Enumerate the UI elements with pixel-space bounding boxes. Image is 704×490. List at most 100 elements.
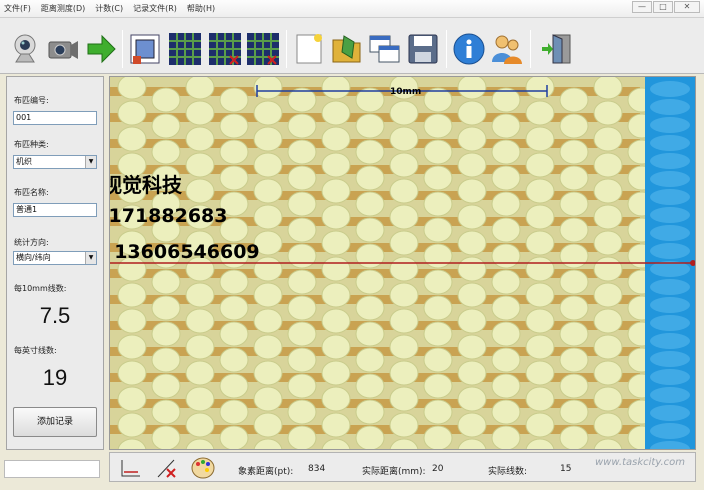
crop-icon[interactable] — [128, 32, 162, 66]
yarn-loop — [389, 334, 419, 360]
arrow-right-icon[interactable] — [84, 32, 118, 66]
yarn-loop — [491, 165, 521, 191]
yarn-loop — [185, 308, 215, 334]
yarn-loop — [423, 243, 453, 269]
yarn-loop — [457, 178, 487, 204]
palette-icon[interactable] — [190, 456, 216, 480]
yarn-loop — [185, 178, 215, 204]
direction-select[interactable]: 横向/纬向 ▼ — [13, 251, 97, 265]
yarn-loop — [355, 321, 385, 347]
yarn-loop — [151, 347, 181, 373]
yarn-loop — [457, 77, 487, 100]
toolbar-separator — [530, 30, 531, 68]
yarn-loop — [525, 230, 555, 256]
yarn-loop — [287, 243, 317, 269]
yarn-loop — [185, 282, 215, 308]
clear-line-icon[interactable] — [154, 456, 180, 480]
exit-door-icon[interactable] — [540, 32, 574, 66]
yarn-loop — [593, 256, 623, 282]
yarn-loop — [559, 243, 589, 269]
yarn-loop — [423, 373, 453, 399]
new-document-icon[interactable] — [292, 32, 326, 66]
yarn-loop — [457, 334, 487, 360]
menu-count[interactable]: 计数(C) — [95, 3, 123, 14]
yarn-loop — [525, 360, 555, 386]
yarn-loop — [321, 230, 351, 256]
grid-icon[interactable] — [208, 32, 242, 66]
fabric-image-view[interactable]: 10mm 图智视觉科技 QQ: 171882683 手机: 1360654660… — [109, 76, 696, 450]
actual-distance-value: 20 — [432, 464, 444, 474]
camera-icon[interactable] — [46, 32, 80, 66]
yarn-loop — [185, 386, 215, 412]
yarn-loop — [355, 217, 385, 243]
minimize-button[interactable]: — — [632, 1, 652, 13]
menu-distance[interactable]: 距离测度(D) — [41, 3, 85, 14]
yarn-loop — [389, 230, 419, 256]
yarn-loop — [253, 308, 283, 334]
toolbar — [0, 18, 704, 74]
yarn-loop — [117, 100, 147, 126]
yarn-loop — [559, 217, 589, 243]
blue-yarn — [650, 297, 690, 313]
webcam-icon[interactable] — [8, 32, 42, 66]
yarn-loop — [559, 165, 589, 191]
yarn-loop — [457, 100, 487, 126]
fabric-name-field[interactable]: 普通1 — [13, 203, 97, 217]
yarn-loop — [355, 191, 385, 217]
yarn-loop — [593, 100, 623, 126]
yarn-loop — [321, 256, 351, 282]
yarn-loop — [321, 77, 351, 100]
yarn-loop — [151, 373, 181, 399]
users-icon[interactable] — [490, 32, 524, 66]
grid-icon[interactable] — [168, 32, 202, 66]
maximize-button[interactable]: □ — [653, 1, 673, 13]
grid-icon[interactable] — [246, 32, 280, 66]
yarn-loop — [253, 77, 283, 100]
yarn-loop — [355, 269, 385, 295]
info-icon[interactable] — [452, 32, 486, 66]
yarn-loop — [593, 126, 623, 152]
add-record-button[interactable]: 添加记录 — [13, 407, 97, 437]
menu-record-file[interactable]: 记录文件(R) — [133, 3, 177, 14]
save-icon[interactable] — [406, 32, 440, 66]
chevron-down-icon[interactable]: ▼ — [85, 156, 96, 168]
windows-icon[interactable] — [368, 32, 402, 66]
chevron-down-icon[interactable]: ▼ — [85, 252, 96, 264]
yarn-loop — [253, 360, 283, 386]
measure-line-icon[interactable] — [118, 456, 144, 480]
yarn-loop — [525, 412, 555, 438]
blue-yarn — [650, 99, 690, 115]
toolbar-separator — [286, 30, 287, 68]
blue-yarn — [650, 405, 690, 421]
open-folder-icon[interactable] — [330, 32, 364, 66]
fabric-type-select[interactable]: 机织 ▼ — [13, 155, 97, 169]
yarn-loop — [185, 412, 215, 438]
blue-yarn — [650, 81, 690, 97]
yarn-loop — [423, 321, 453, 347]
menu-help[interactable]: 帮助(H) — [187, 3, 215, 14]
blue-yarn — [650, 117, 690, 133]
close-button[interactable]: ✕ — [674, 1, 700, 13]
toolbar-separator — [446, 30, 447, 68]
yarn-loop — [423, 399, 453, 425]
overlay-phone: 手机: 13606546609 — [110, 241, 260, 263]
yarn-loop — [491, 321, 521, 347]
yarn-loop — [287, 139, 317, 165]
yarn-loop — [593, 230, 623, 256]
menu-file[interactable]: 文件(F) — [4, 3, 31, 14]
yarn-loop — [151, 139, 181, 165]
yarn-loop — [219, 269, 249, 295]
yarn-loop — [185, 152, 215, 178]
menu-bar: 文件(F) 距离测度(D) 计数(C) 记录文件(R) 帮助(H) — □ ✕ — [0, 0, 704, 18]
yarn-loop — [525, 308, 555, 334]
overlay-qq: QQ: 171882683 — [109, 205, 228, 227]
yarn-loop — [117, 308, 147, 334]
yarn-loop — [559, 191, 589, 217]
yarn-loop — [389, 308, 419, 334]
yarn-loop — [559, 139, 589, 165]
yarn-loop — [185, 360, 215, 386]
measure-line-endpoint — [690, 260, 695, 266]
fabric-id-field[interactable]: 001 — [13, 111, 97, 125]
yarn-loop — [457, 256, 487, 282]
yarn-loop — [287, 191, 317, 217]
